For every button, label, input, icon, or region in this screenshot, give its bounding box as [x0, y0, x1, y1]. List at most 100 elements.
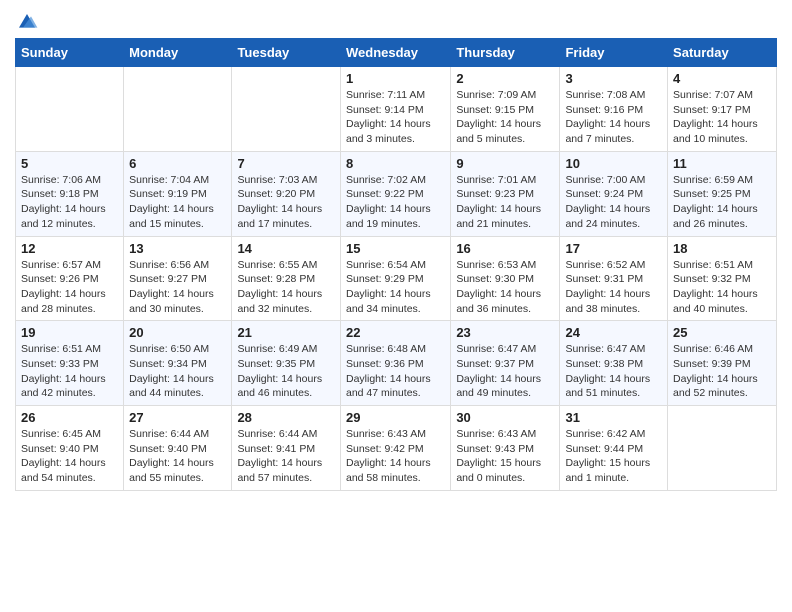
day-info: Sunrise: 6:47 AM Sunset: 9:38 PM Dayligh… — [565, 342, 662, 401]
calendar-cell — [124, 67, 232, 152]
day-number: 24 — [565, 325, 662, 340]
weekday-header-friday: Friday — [560, 39, 668, 67]
weekday-header-saturday: Saturday — [668, 39, 777, 67]
calendar-cell: 24 Sunrise: 6:47 AM Sunset: 9:38 PM Dayli… — [560, 321, 668, 406]
day-info: Sunrise: 6:52 AM Sunset: 9:31 PM Dayligh… — [565, 258, 662, 317]
day-number: 10 — [565, 156, 662, 171]
calendar-cell: 11Sunrise: 6:59 AM Sunset: 9:25 PM Dayli… — [668, 151, 777, 236]
calendar-cell: 19 Sunrise: 6:51 AM Sunset: 9:33 PM Dayli… — [16, 321, 124, 406]
calendar-table: SundayMondayTuesdayWednesdayThursdayFrid… — [15, 38, 777, 491]
calendar-cell: 25 Sunrise: 6:46 AM Sunset: 9:39 PM Dayli… — [668, 321, 777, 406]
calendar-cell: 2Sunrise: 7:09 AM Sunset: 9:15 PM Daylig… — [451, 67, 560, 152]
day-info: Sunrise: 6:53 AM Sunset: 9:30 PM Dayligh… — [456, 258, 554, 317]
week-row-4: 19 Sunrise: 6:51 AM Sunset: 9:33 PM Dayli… — [16, 321, 777, 406]
day-number: 22 — [346, 325, 445, 340]
day-info: Sunrise: 6:46 AM Sunset: 9:39 PM Dayligh… — [673, 342, 771, 401]
weekday-header-row: SundayMondayTuesdayWednesdayThursdayFrid… — [16, 39, 777, 67]
day-info: Sunrise: 7:04 AM Sunset: 9:19 PM Dayligh… — [129, 173, 226, 232]
calendar-cell: 5 Sunrise: 7:06 AM Sunset: 9:18 PM Daylig… — [16, 151, 124, 236]
weekday-header-monday: Monday — [124, 39, 232, 67]
logo — [15, 10, 43, 34]
calendar-cell: 17 Sunrise: 6:52 AM Sunset: 9:31 PM Dayli… — [560, 236, 668, 321]
day-info: Sunrise: 7:07 AM Sunset: 9:17 PM Dayligh… — [673, 88, 771, 147]
calendar-cell: 23 Sunrise: 6:47 AM Sunset: 9:37 PM Dayli… — [451, 321, 560, 406]
weekday-header-tuesday: Tuesday — [232, 39, 341, 67]
calendar-cell: 6 Sunrise: 7:04 AM Sunset: 9:19 PM Daylig… — [124, 151, 232, 236]
calendar-cell — [16, 67, 124, 152]
calendar-cell: 7Sunrise: 7:03 AM Sunset: 9:20 PM Daylig… — [232, 151, 341, 236]
day-number: 11 — [673, 156, 771, 171]
calendar-cell: 9 Sunrise: 7:01 AM Sunset: 9:23 PM Daylig… — [451, 151, 560, 236]
day-number: 18 — [673, 241, 771, 256]
day-info: Sunrise: 6:50 AM Sunset: 9:34 PM Dayligh… — [129, 342, 226, 401]
day-number: 28 — [237, 410, 335, 425]
calendar-cell: 1Sunrise: 7:11 AM Sunset: 9:14 PM Daylig… — [340, 67, 450, 152]
day-info: Sunrise: 6:44 AM Sunset: 9:40 PM Dayligh… — [129, 427, 226, 486]
calendar-cell: 13Sunrise: 6:56 AM Sunset: 9:27 PM Dayli… — [124, 236, 232, 321]
weekday-header-wednesday: Wednesday — [340, 39, 450, 67]
calendar-cell: 29 Sunrise: 6:43 AM Sunset: 9:42 PM Dayli… — [340, 406, 450, 491]
day-info: Sunrise: 7:03 AM Sunset: 9:20 PM Dayligh… — [237, 173, 335, 232]
day-info: Sunrise: 7:00 AM Sunset: 9:24 PM Dayligh… — [565, 173, 662, 232]
day-info: Sunrise: 6:57 AM Sunset: 9:26 PM Dayligh… — [21, 258, 118, 317]
day-number: 4 — [673, 71, 771, 86]
day-info: Sunrise: 6:48 AM Sunset: 9:36 PM Dayligh… — [346, 342, 445, 401]
day-info: Sunrise: 7:01 AM Sunset: 9:23 PM Dayligh… — [456, 173, 554, 232]
day-number: 14 — [237, 241, 335, 256]
day-number: 29 — [346, 410, 445, 425]
day-number: 15 — [346, 241, 445, 256]
day-info: Sunrise: 6:45 AM Sunset: 9:40 PM Dayligh… — [21, 427, 118, 486]
day-number: 16 — [456, 241, 554, 256]
day-info: Sunrise: 6:51 AM Sunset: 9:32 PM Dayligh… — [673, 258, 771, 317]
calendar-cell: 15 Sunrise: 6:54 AM Sunset: 9:29 PM Dayli… — [340, 236, 450, 321]
calendar-cell — [232, 67, 341, 152]
day-number: 30 — [456, 410, 554, 425]
calendar-cell — [668, 406, 777, 491]
day-info: Sunrise: 6:43 AM Sunset: 9:42 PM Dayligh… — [346, 427, 445, 486]
day-number: 20 — [129, 325, 226, 340]
week-row-3: 12 Sunrise: 6:57 AM Sunset: 9:26 PM Dayli… — [16, 236, 777, 321]
day-number: 12 — [21, 241, 118, 256]
day-info: Sunrise: 6:43 AM Sunset: 9:43 PM Dayligh… — [456, 427, 554, 486]
day-info: Sunrise: 6:49 AM Sunset: 9:35 PM Dayligh… — [237, 342, 335, 401]
day-info: Sunrise: 7:09 AM Sunset: 9:15 PM Dayligh… — [456, 88, 554, 147]
calendar-cell: 21 Sunrise: 6:49 AM Sunset: 9:35 PM Dayli… — [232, 321, 341, 406]
day-info: Sunrise: 6:47 AM Sunset: 9:37 PM Dayligh… — [456, 342, 554, 401]
day-info: Sunrise: 6:42 AM Sunset: 9:44 PM Dayligh… — [565, 427, 662, 486]
calendar-cell: 4 Sunrise: 7:07 AM Sunset: 9:17 PM Daylig… — [668, 67, 777, 152]
day-number: 8 — [346, 156, 445, 171]
day-info: Sunrise: 7:06 AM Sunset: 9:18 PM Dayligh… — [21, 173, 118, 232]
week-row-5: 26 Sunrise: 6:45 AM Sunset: 9:40 PM Dayli… — [16, 406, 777, 491]
day-number: 17 — [565, 241, 662, 256]
day-number: 23 — [456, 325, 554, 340]
calendar-cell: 30 Sunrise: 6:43 AM Sunset: 9:43 PM Dayli… — [451, 406, 560, 491]
calendar-cell: 18 Sunrise: 6:51 AM Sunset: 9:32 PM Dayli… — [668, 236, 777, 321]
day-number: 13 — [129, 241, 226, 256]
day-info: Sunrise: 7:08 AM Sunset: 9:16 PM Dayligh… — [565, 88, 662, 147]
calendar-cell: 28 Sunrise: 6:44 AM Sunset: 9:41 PM Dayli… — [232, 406, 341, 491]
day-number: 5 — [21, 156, 118, 171]
weekday-header-sunday: Sunday — [16, 39, 124, 67]
day-number: 21 — [237, 325, 335, 340]
day-number: 31 — [565, 410, 662, 425]
day-number: 25 — [673, 325, 771, 340]
logo-icon — [15, 10, 39, 34]
day-number: 9 — [456, 156, 554, 171]
day-info: Sunrise: 6:54 AM Sunset: 9:29 PM Dayligh… — [346, 258, 445, 317]
day-number: 19 — [21, 325, 118, 340]
day-info: Sunrise: 6:44 AM Sunset: 9:41 PM Dayligh… — [237, 427, 335, 486]
header — [15, 10, 777, 34]
calendar-cell: 27Sunrise: 6:44 AM Sunset: 9:40 PM Dayli… — [124, 406, 232, 491]
calendar-cell: 14Sunrise: 6:55 AM Sunset: 9:28 PM Dayli… — [232, 236, 341, 321]
calendar-cell: 20 Sunrise: 6:50 AM Sunset: 9:34 PM Dayli… — [124, 321, 232, 406]
day-number: 3 — [565, 71, 662, 86]
day-number: 6 — [129, 156, 226, 171]
calendar-cell: 10 Sunrise: 7:00 AM Sunset: 9:24 PM Dayli… — [560, 151, 668, 236]
calendar-cell: 12 Sunrise: 6:57 AM Sunset: 9:26 PM Dayli… — [16, 236, 124, 321]
week-row-1: 1Sunrise: 7:11 AM Sunset: 9:14 PM Daylig… — [16, 67, 777, 152]
day-info: Sunrise: 6:51 AM Sunset: 9:33 PM Dayligh… — [21, 342, 118, 401]
day-number: 1 — [346, 71, 445, 86]
week-row-2: 5 Sunrise: 7:06 AM Sunset: 9:18 PM Daylig… — [16, 151, 777, 236]
day-info: Sunrise: 7:02 AM Sunset: 9:22 PM Dayligh… — [346, 173, 445, 232]
day-number: 26 — [21, 410, 118, 425]
